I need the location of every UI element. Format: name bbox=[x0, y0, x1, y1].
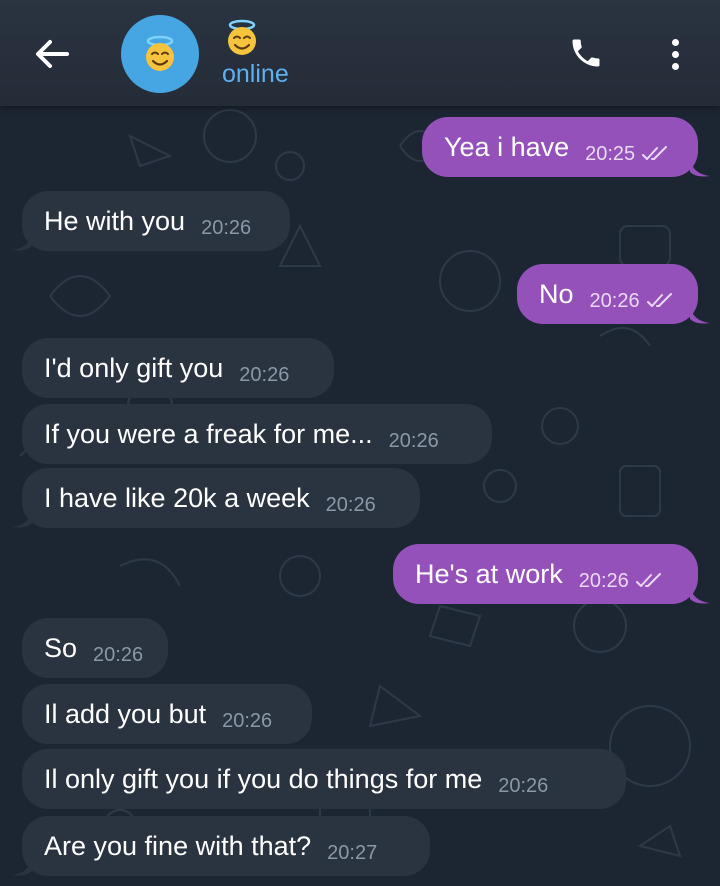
read-receipt-icon bbox=[635, 573, 661, 587]
message-text: Are you fine with that? bbox=[44, 830, 312, 861]
bubble-tail bbox=[690, 158, 710, 177]
back-button[interactable] bbox=[32, 36, 72, 72]
message-bubble-outgoing[interactable]: No 20:26 bbox=[517, 264, 698, 324]
message-time: 20:26 bbox=[498, 774, 549, 797]
smiling-face-with-halo-icon bbox=[228, 19, 256, 55]
message-bubble-incoming[interactable]: So 20:26 bbox=[22, 618, 168, 678]
bubble-tail bbox=[12, 509, 32, 528]
smiling-face-with-halo-icon bbox=[146, 35, 174, 71]
message-bubble-outgoing[interactable]: He's at work 20:26 bbox=[393, 544, 698, 604]
message-text: Il only gift you if you do things for me bbox=[44, 763, 483, 794]
phone-icon bbox=[572, 39, 600, 67]
call-button[interactable] bbox=[566, 35, 606, 71]
message-time: 20:26 bbox=[201, 216, 252, 239]
message-bubble-outgoing[interactable]: Yea i have 20:25 bbox=[422, 117, 698, 177]
message-bubble-incoming[interactable]: Il add you but 20:26 bbox=[22, 684, 312, 744]
message-text: He's at work bbox=[415, 558, 563, 589]
message-time: 20:26 bbox=[388, 429, 439, 452]
more-vert-icon bbox=[671, 38, 679, 46]
message-time: 20:26 bbox=[325, 493, 376, 516]
message-text: I have like 20k a week bbox=[44, 482, 310, 513]
bubble-tail bbox=[12, 857, 32, 876]
bubble-tail bbox=[690, 305, 710, 324]
status-online: online bbox=[222, 60, 289, 88]
message-bubble-incoming[interactable]: If you were a freak for me... 20:26 bbox=[22, 404, 492, 464]
message-text: So bbox=[44, 632, 78, 663]
avatar[interactable] bbox=[121, 15, 199, 93]
read-receipt-icon bbox=[642, 146, 668, 160]
message-text: Il add you but bbox=[44, 698, 207, 729]
message-text: He with you bbox=[44, 205, 186, 236]
message-time: 20:26 bbox=[589, 289, 640, 312]
more-options-button[interactable] bbox=[660, 32, 690, 76]
message-time: 20:25 bbox=[585, 142, 636, 165]
message-time: 20:26 bbox=[93, 643, 144, 666]
message-bubble-incoming[interactable]: I'd only gift you 20:26 bbox=[22, 338, 334, 398]
contact-name[interactable] bbox=[222, 18, 262, 58]
message-text: No bbox=[539, 278, 574, 309]
bubble-tail bbox=[690, 585, 710, 604]
message-text: Yea i have bbox=[444, 131, 570, 162]
arrow-left-icon bbox=[36, 40, 69, 68]
message-time: 20:26 bbox=[222, 709, 273, 732]
message-list[interactable]: Yea i have 20:25 He with you 20:26 No 20… bbox=[0, 106, 720, 886]
message-text: I'd only gift you bbox=[44, 352, 224, 383]
message-text: If you were a freak for me... bbox=[44, 418, 373, 449]
message-bubble-incoming[interactable]: I have like 20k a week 20:26 bbox=[22, 468, 420, 528]
read-receipt-icon bbox=[646, 293, 672, 307]
message-time: 20:27 bbox=[327, 841, 378, 864]
message-bubble-incoming[interactable]: Il only gift you if you do things for me… bbox=[22, 749, 626, 809]
message-time: 20:26 bbox=[239, 363, 290, 386]
bubble-tail bbox=[12, 232, 32, 251]
message-time: 20:26 bbox=[578, 569, 629, 592]
message-bubble-incoming[interactable]: Are you fine with that? 20:27 bbox=[22, 816, 430, 876]
message-bubble-incoming[interactable]: He with you 20:26 bbox=[22, 191, 290, 251]
chat-header: online bbox=[0, 0, 720, 106]
